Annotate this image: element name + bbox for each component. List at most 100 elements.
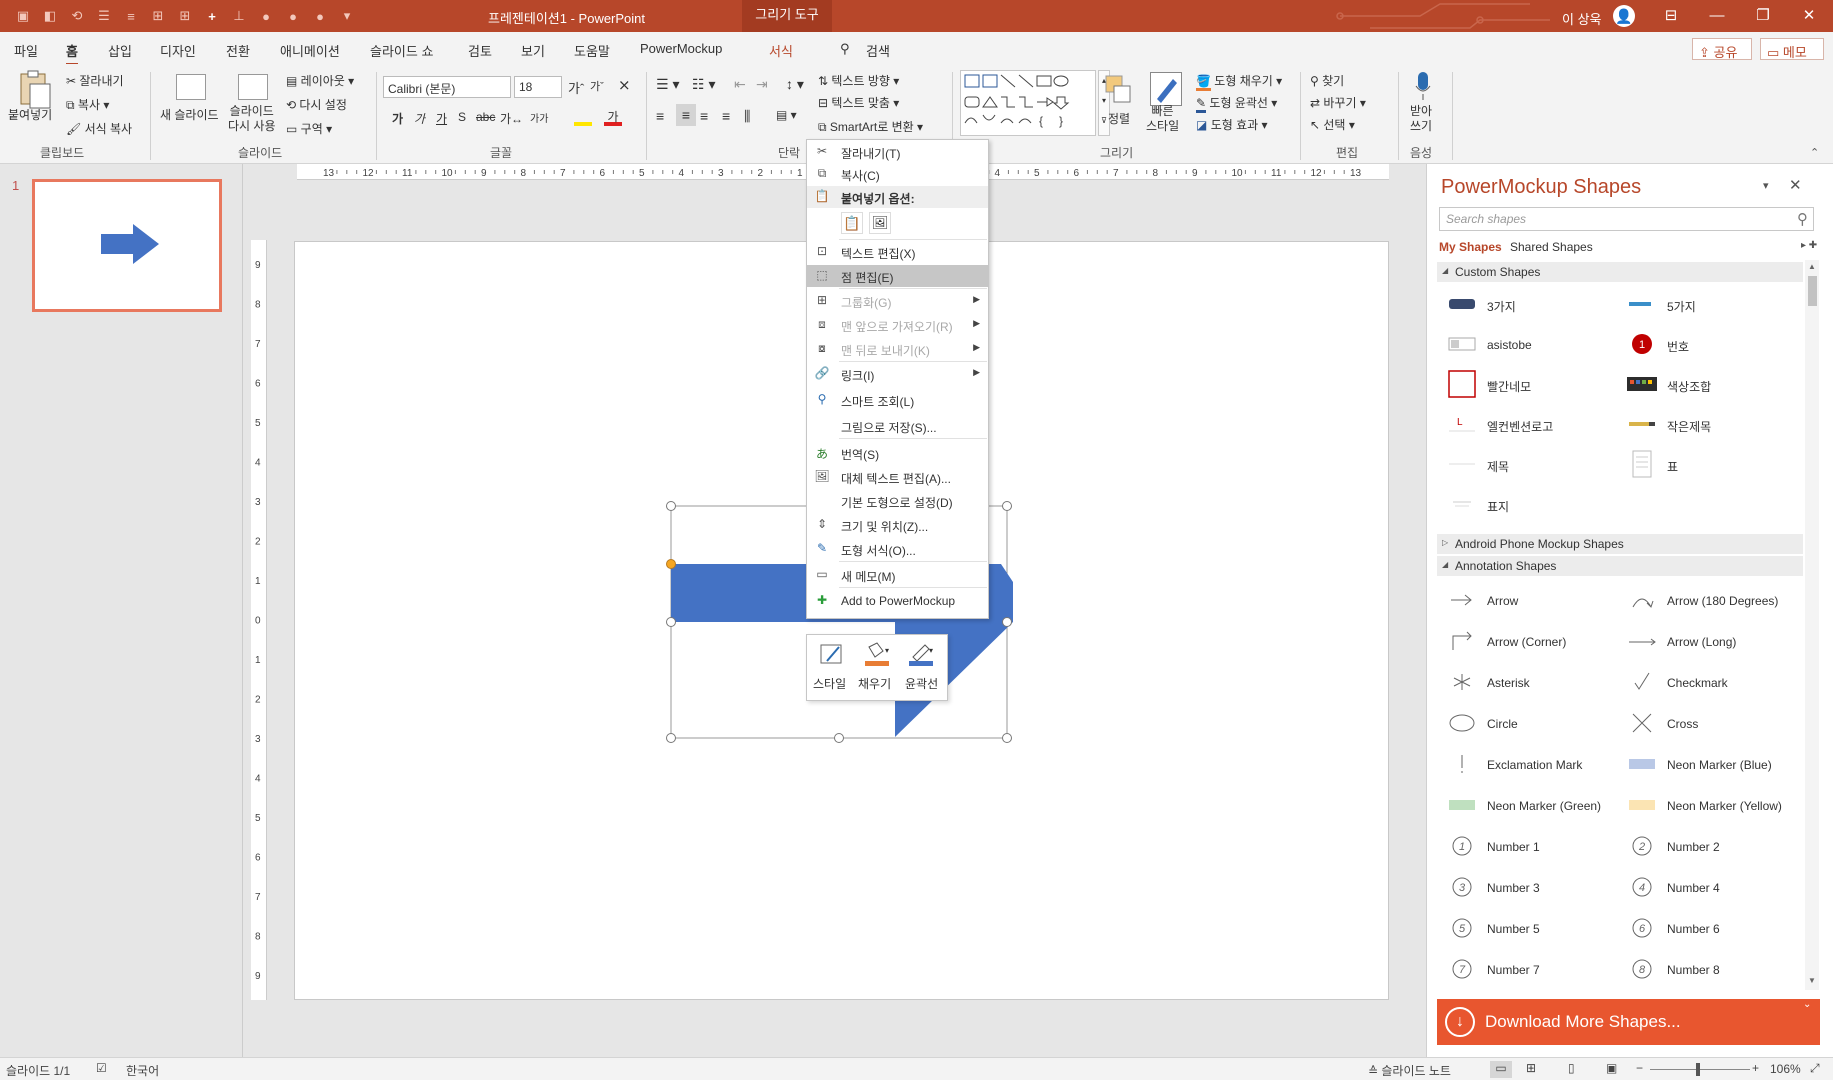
shape-item[interactable]: 표 (1627, 448, 1807, 482)
bullets-icon[interactable]: ☰ ▾ (656, 76, 679, 93)
zoom-out-icon[interactable]: − (1636, 1061, 1643, 1075)
reuse-slides-icon[interactable] (238, 74, 268, 100)
resize-handle[interactable] (666, 733, 676, 743)
minimize-button[interactable]: — (1694, 0, 1740, 32)
normal-view-icon[interactable]: ▭ (1490, 1061, 1512, 1078)
menu-item-cut[interactable]: ✂ 잘라내기(T) (807, 141, 988, 163)
tab-search[interactable]: 검색 (866, 41, 890, 60)
scroll-thumb[interactable] (1808, 276, 1817, 306)
underline-icon[interactable]: 가 (436, 110, 447, 127)
justify-icon[interactable]: ≡ (722, 108, 730, 124)
collapse-ribbon-icon[interactable]: ⌃ (1810, 146, 1819, 159)
plus-icon[interactable]: + (203, 7, 221, 25)
shape-item[interactable]: 3가지 (1447, 288, 1627, 322)
customize-qat-icon[interactable]: ▾ (338, 7, 356, 25)
shape-item[interactable]: L 엘컨벤션로고 (1447, 408, 1627, 442)
quick-styles-icon[interactable] (1150, 72, 1182, 106)
menu-item-format-shape[interactable]: ✎ 도형 서식(O)... (807, 538, 988, 560)
shape-item[interactable]: 빨간네모 (1447, 368, 1627, 402)
fit-to-window-icon[interactable]: ⤢ (1810, 1061, 1820, 1076)
style-button[interactable] (819, 641, 845, 667)
accessibility-icon[interactable]: ☑ (96, 1061, 107, 1075)
select-button[interactable]: ↖ 선택 ▾ (1310, 116, 1355, 133)
paste-keep-source-icon[interactable]: 📋 (841, 212, 863, 234)
scroll-down-icon[interactable]: ▼ (1808, 976, 1816, 985)
paste-button[interactable]: 붙여넣기 (8, 106, 52, 123)
align-right-icon[interactable]: ≡ (700, 108, 708, 124)
notes-button[interactable]: ≙ 슬라이드 노트 (1368, 1062, 1451, 1079)
font-name-box[interactable]: Calibri (본문) (383, 76, 511, 98)
scrollbar[interactable]: ▲ ▼ (1805, 260, 1819, 990)
qat-icon-3[interactable]: ⟲ (68, 7, 86, 25)
align-text-button[interactable]: ⊟ 텍스트 맞춤 ▾ (818, 94, 899, 111)
shape-item[interactable]: 5가지 (1627, 288, 1807, 322)
tab-my-shapes[interactable]: My Shapes (1439, 240, 1502, 254)
menu-item-translate[interactable]: あ 번역(S) (807, 442, 988, 464)
menu-item-set-default-shape[interactable]: 기본 도형으로 설정(D) (807, 490, 988, 512)
shape-item[interactable]: 제목 (1447, 448, 1627, 482)
tab-transitions[interactable]: 전환 (226, 41, 250, 60)
quick-styles-button[interactable]: 빠른 스타일 (1146, 104, 1179, 134)
italic-icon[interactable]: 가 (414, 110, 425, 127)
columns-icon[interactable]: ⫼ (744, 108, 750, 125)
shape-item[interactable]: Checkmark (1627, 666, 1807, 700)
smartart-button[interactable]: ⧉ SmartArt로 변환 ▾ (818, 118, 923, 135)
menu-item-copy[interactable]: ⧉ 복사(C) (807, 163, 988, 185)
shape-item[interactable]: 1 Number 1 (1447, 830, 1627, 864)
outline-button[interactable]: ▾ (907, 641, 937, 667)
shape-item[interactable]: 7 Number 7 (1447, 953, 1627, 987)
highlight-icon[interactable] (574, 110, 592, 126)
shape-search-input[interactable]: Search shapes (1439, 207, 1814, 231)
menu-item-alt-text[interactable]: 🖼 대체 텍스트 편집(A)... (807, 466, 988, 488)
copy-button[interactable]: ⧉ 복사 ▾ (66, 96, 109, 113)
arrange-icon[interactable] (1104, 74, 1134, 106)
align-left-icon[interactable]: ≡ (656, 108, 664, 124)
shape-item[interactable]: 3 Number 3 (1447, 871, 1627, 905)
shape-item[interactable]: Neon Marker (Yellow) (1627, 789, 1807, 823)
shadow-icon[interactable]: S (458, 110, 466, 124)
change-case-icon[interactable]: 가가 (530, 110, 548, 125)
shapes-gallery[interactable]: {} (960, 70, 1096, 136)
resize-handle[interactable] (1002, 617, 1012, 627)
menu-item-group[interactable]: ⊞ 그룹화(G) ▶ (807, 290, 988, 312)
close-icon[interactable]: ✕ (1789, 176, 1802, 194)
branch-icon[interactable]: ⊥ (230, 7, 248, 25)
shape-item[interactable]: Circle (1447, 707, 1627, 741)
layout-button[interactable]: ▤ 레이아웃 ▾ (286, 72, 354, 89)
line-spacing-icon[interactable]: ↕ ▾ (786, 76, 804, 93)
tab-slideshow[interactable]: 슬라이드 쇼 (370, 41, 433, 60)
shape-icon-b[interactable]: ● (284, 7, 302, 25)
shape-item[interactable]: Asterisk (1447, 666, 1627, 700)
shape-item[interactable]: 2 Number 2 (1627, 830, 1807, 864)
spacing-icon[interactable]: 가↔ (500, 110, 523, 127)
avatar[interactable]: 👤 (1613, 5, 1635, 27)
shape-item[interactable]: Cross (1627, 707, 1807, 741)
bullets-icon[interactable]: ☰ (95, 7, 113, 25)
section-custom-shapes[interactable]: ◢ Custom Shapes (1437, 262, 1803, 282)
cut-button[interactable]: ✂ 잘라내기 (66, 72, 124, 89)
paragraph-more-icon[interactable]: ▤ ▾ (776, 108, 797, 122)
section-button[interactable]: ▭ 구역 ▾ (286, 120, 332, 137)
increase-font-icon[interactable]: 가ˆ (568, 78, 584, 97)
new-slide-icon[interactable] (176, 74, 206, 100)
list-icon[interactable]: ≡ (122, 7, 140, 25)
shape-effects-button[interactable]: ◪ 도형 효과 ▾ (1196, 116, 1268, 133)
new-slide-button[interactable]: 새 슬라이드 (160, 106, 219, 123)
menu-item-add-to-powermockup[interactable]: ✚ Add to PowerMockup (807, 590, 988, 612)
language-indicator[interactable]: 한국어 (126, 1062, 159, 1079)
maximize-button[interactable]: ❐ (1740, 0, 1786, 32)
reading-view-icon[interactable]: ▯ (1568, 1061, 1575, 1075)
resize-handle[interactable] (1002, 733, 1012, 743)
shape-outline-button[interactable]: ✎ 도형 윤곽선 ▾ (1196, 94, 1277, 113)
shape-item[interactable]: 표지 (1447, 488, 1627, 522)
zoom-slider[interactable] (1650, 1069, 1750, 1070)
tab-shared-shapes[interactable]: Shared Shapes (1510, 240, 1593, 254)
table-icon[interactable]: ⊞ (149, 7, 167, 25)
scroll-up-icon[interactable]: ▲ (1808, 262, 1816, 271)
adjust-handle[interactable] (666, 559, 676, 569)
menu-item-size-position[interactable]: ⇕ 크기 및 위치(Z)... (807, 514, 988, 536)
grid-icon[interactable]: ⊞ (176, 7, 194, 25)
resize-handle[interactable] (1002, 501, 1012, 511)
menu-item-bring-to-front[interactable]: ⧈ 맨 앞으로 가져오기(R) ▶ (807, 314, 988, 336)
tab-powermockup[interactable]: PowerMockup (640, 41, 722, 56)
